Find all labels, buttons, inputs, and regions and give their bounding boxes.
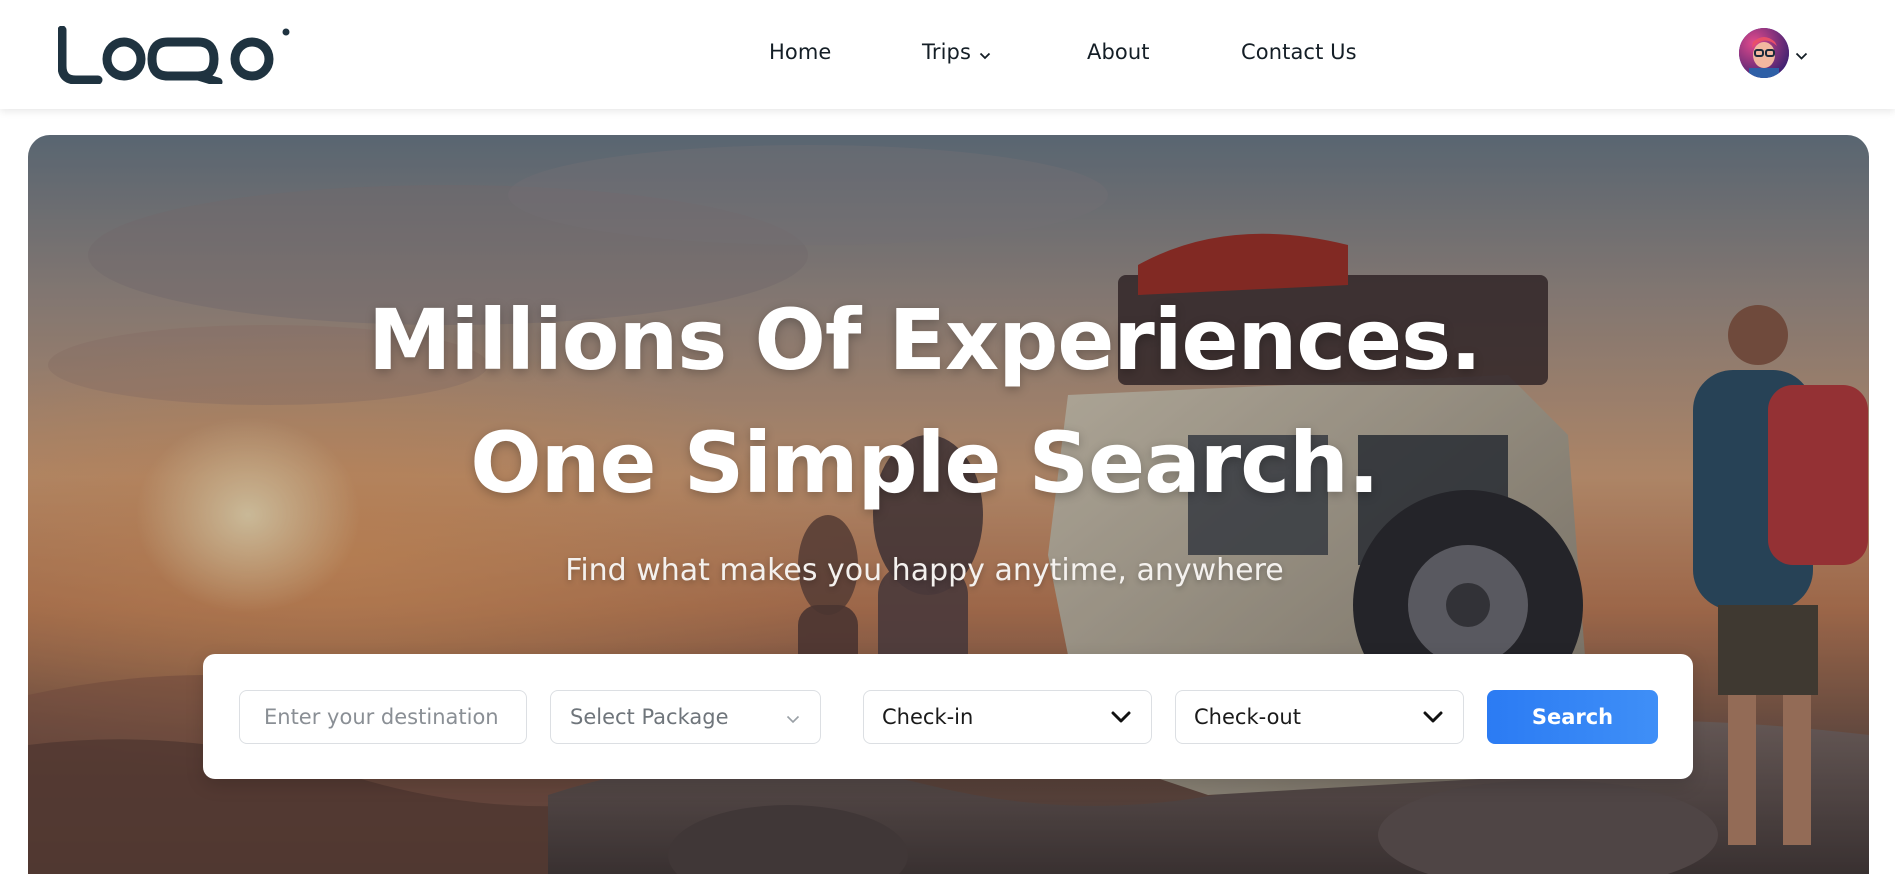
- hero-title-line2: One Simple Search.: [470, 414, 1379, 512]
- main-nav: Home Trips About Contact Us: [0, 40, 1895, 70]
- destination-input[interactable]: [264, 705, 502, 729]
- user-menu[interactable]: [1739, 28, 1813, 78]
- checkin-select[interactable]: Check-in: [863, 690, 1152, 744]
- hero-title-line1: Millions Of Experiences.: [367, 291, 1482, 389]
- checkin-label: Check-in: [882, 705, 974, 729]
- package-select-label: Select Package: [570, 705, 729, 729]
- checkout-select[interactable]: Check-out: [1175, 690, 1464, 744]
- nav-home[interactable]: Home: [769, 40, 831, 64]
- hero-subtitle: Find what makes you happy anytime, anywh…: [565, 553, 1284, 588]
- navbar: Home Trips About Contact Us: [0, 0, 1895, 109]
- nav-trips-label: Trips: [922, 40, 971, 64]
- nav-about[interactable]: About: [1087, 40, 1150, 64]
- user-avatar[interactable]: [1739, 28, 1789, 78]
- nav-contact-us[interactable]: Contact Us: [1241, 40, 1357, 64]
- package-select[interactable]: Select Package: [550, 690, 821, 744]
- destination-field[interactable]: [239, 690, 527, 744]
- chevron-down-icon: [786, 705, 800, 729]
- search-card: Select Package Check-in Check-out Search: [203, 654, 1693, 779]
- nav-trips[interactable]: Trips: [922, 40, 991, 65]
- hero-section: Millions Of Experiences. One Simple Sear…: [28, 135, 1869, 874]
- search-button[interactable]: Search: [1487, 690, 1658, 744]
- chevron-down-icon: [979, 41, 991, 65]
- chevron-down-icon: [1423, 705, 1443, 729]
- checkout-label: Check-out: [1194, 705, 1301, 729]
- chevron-down-icon[interactable]: [1795, 46, 1808, 65]
- chevron-down-icon: [1111, 705, 1131, 729]
